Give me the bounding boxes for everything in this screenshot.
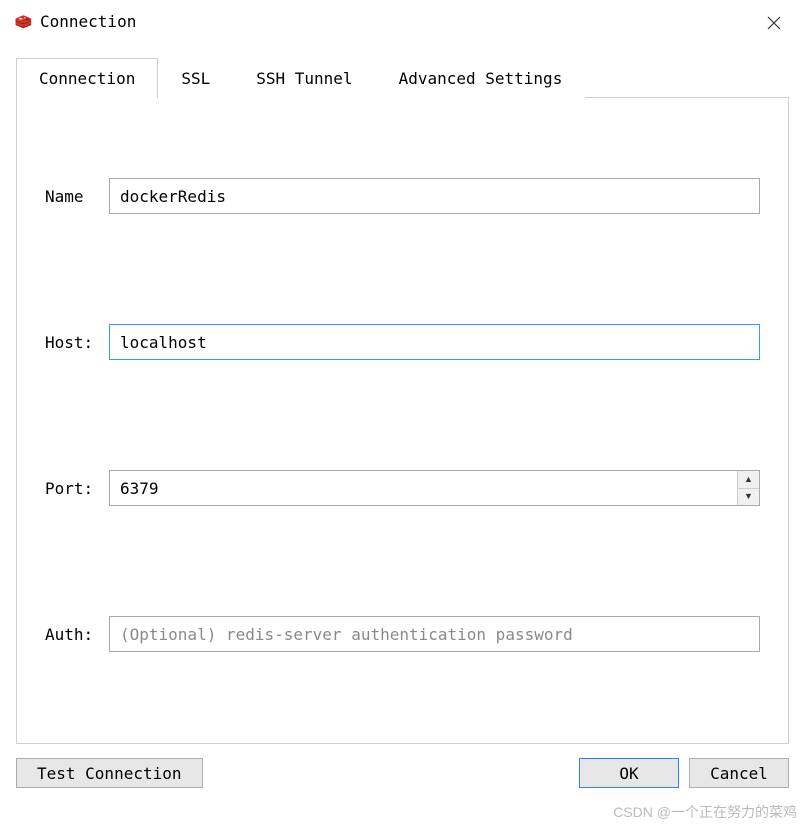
name-label: Name bbox=[45, 187, 105, 206]
button-bar: Test Connection OK Cancel bbox=[0, 744, 805, 802]
port-up-button[interactable]: ▲ bbox=[738, 471, 759, 489]
auth-label: Auth: bbox=[45, 625, 105, 644]
name-input[interactable] bbox=[109, 178, 760, 214]
port-label: Port: bbox=[45, 479, 105, 498]
port-input[interactable] bbox=[110, 471, 737, 505]
tab-connection[interactable]: Connection bbox=[16, 58, 158, 98]
port-spinner: ▲ ▼ bbox=[109, 470, 760, 506]
ok-button[interactable]: OK bbox=[579, 758, 679, 788]
form-row-auth: Auth: bbox=[45, 616, 760, 652]
close-icon[interactable] bbox=[759, 10, 789, 39]
tab-advanced-settings[interactable]: Advanced Settings bbox=[376, 58, 586, 98]
host-label: Host: bbox=[45, 333, 105, 352]
window-title: Connection bbox=[40, 12, 136, 31]
redis-icon bbox=[14, 12, 32, 30]
host-input[interactable] bbox=[109, 324, 760, 360]
cancel-button[interactable]: Cancel bbox=[689, 758, 789, 788]
form-row-name: Name bbox=[45, 178, 760, 214]
port-down-button[interactable]: ▼ bbox=[738, 489, 759, 506]
test-connection-button[interactable]: Test Connection bbox=[16, 758, 203, 788]
tab-panel-connection: Name Host: Port: ▲ ▼ Auth: bbox=[16, 98, 789, 744]
form-row-host: Host: bbox=[45, 324, 760, 360]
form-row-port: Port: ▲ ▼ bbox=[45, 470, 760, 506]
tab-ssh-tunnel[interactable]: SSH Tunnel bbox=[233, 58, 375, 98]
titlebar: Connection bbox=[0, 0, 805, 42]
tab-ssl[interactable]: SSL bbox=[158, 58, 233, 98]
watermark: CSDN @一个正在努力的菜鸡 bbox=[613, 802, 797, 822]
auth-input[interactable] bbox=[109, 616, 760, 652]
tabs: Connection SSL SSH Tunnel Advanced Setti… bbox=[16, 58, 789, 98]
